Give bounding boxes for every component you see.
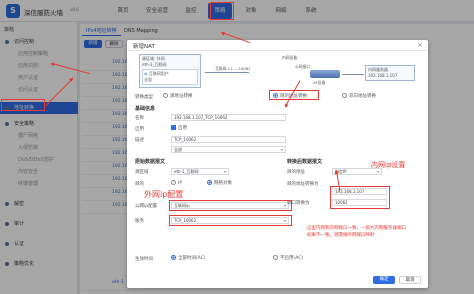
dst-ip-translate-label: 目的地址转换为 xyxy=(287,182,319,187)
annotation-highlight-box xyxy=(169,215,292,226)
enable-checkbox[interactable]: 启用 xyxy=(171,125,187,131)
enable-label: 启用 xyxy=(135,127,144,132)
src-zone-label: 源区域 xyxy=(135,170,149,175)
source-zone-interface: eth-1_互联网 xyxy=(142,62,167,67)
dst-object-radio[interactable]: 网络对象 xyxy=(207,180,232,186)
cancel-button[interactable]: 取消 xyxy=(399,276,421,284)
topology-diagram: 源区域: 外网 eth-1_互联网 ◍ 互联网用户 全部 互联网 11.....… xyxy=(135,54,417,90)
ok-button[interactable]: 确定 xyxy=(373,276,395,284)
annotation-outer-ip: 外网ip配置 xyxy=(144,190,184,199)
basic-info-section: 基础信息 xyxy=(135,106,156,112)
public-ip-label: 互联网 11.....10062 xyxy=(215,66,251,71)
radio-icon xyxy=(342,93,347,98)
intranet-server-box: 内网服务器 192.168.1.107 xyxy=(365,65,415,81)
schedule-all-radio[interactable]: 全部时间(AC) xyxy=(171,255,206,261)
radio-icon xyxy=(273,255,278,260)
link-line xyxy=(205,72,249,73)
link-line xyxy=(342,74,364,75)
source-network: ◍ 互联网用户 全部 xyxy=(142,69,198,85)
description-label: 描述 xyxy=(135,138,144,143)
group-select[interactable]: 全部 xyxy=(171,146,286,153)
nat-type-both[interactable]: 双向地址转换 xyxy=(342,93,376,99)
annotation-port-note: 这里内网和外网端口一致，一般为内网服务器端口 xyxy=(307,226,406,231)
radio-icon xyxy=(171,180,176,185)
annotation-highlight-box xyxy=(1,99,45,111)
source-zone-box: 源区域: 外网 eth-1_互联网 ◍ 互联网用户 全部 xyxy=(139,54,201,88)
name-input[interactable]: 192.168.1.107_TCP_10062 xyxy=(171,114,286,121)
translated-packet-section: 转换后数据报文 xyxy=(287,159,323,165)
name-label: 名称 xyxy=(135,116,144,121)
radio-icon xyxy=(207,180,212,185)
intranet-server-ip: 192.168.1.107 xyxy=(368,73,398,78)
dst-addr-label: 目的地址 xyxy=(287,170,305,175)
modal-header: 新增NAT × xyxy=(127,40,428,51)
firewall-device-icon xyxy=(310,70,340,78)
close-icon[interactable]: × xyxy=(417,41,423,49)
dst-label: 目的 xyxy=(135,182,144,187)
schedule-label: 生效时间 xyxy=(135,257,153,262)
src-zone-select[interactable]: eth-1_互联网 xyxy=(171,168,229,175)
nat-type-source[interactable]: 源地址转换 xyxy=(163,93,193,99)
public-ip-config-label: 公网ip配置 xyxy=(135,204,158,209)
nat-type-label: 转换类型 xyxy=(135,95,153,100)
router-label: 内网设备 xyxy=(282,55,298,60)
annotation-highlight-box xyxy=(210,2,234,20)
schedule-none-radio[interactable]: 不启用(AC) xyxy=(273,255,303,261)
nat-modal: 新增NAT × 源区域: 外网 eth-1_互联网 ◍ 互联网用户 全部 互联网… xyxy=(127,40,428,288)
firewall-label: AF设备 xyxy=(313,80,326,85)
annotation-highlight-box xyxy=(169,200,292,211)
service-label: 服务 xyxy=(135,219,144,224)
annotation-port-note-2: 如果不一致，则需做外网端口映射 xyxy=(307,233,375,238)
globe-icon: ◍ xyxy=(144,71,148,76)
modal-title: 新增NAT xyxy=(133,44,155,50)
checkbox-icon xyxy=(171,125,176,130)
dst-ip-radio[interactable]: IP xyxy=(171,180,182,186)
radio-icon xyxy=(171,255,176,260)
public-interface-label: 公网接口 xyxy=(295,64,311,69)
original-packet-section: 原始数据报文 xyxy=(135,159,166,165)
annotation-inner-ip: 内网ip设置 xyxy=(371,161,406,169)
description-input[interactable]: TCP_10062 xyxy=(171,136,286,143)
radio-icon xyxy=(163,93,168,98)
